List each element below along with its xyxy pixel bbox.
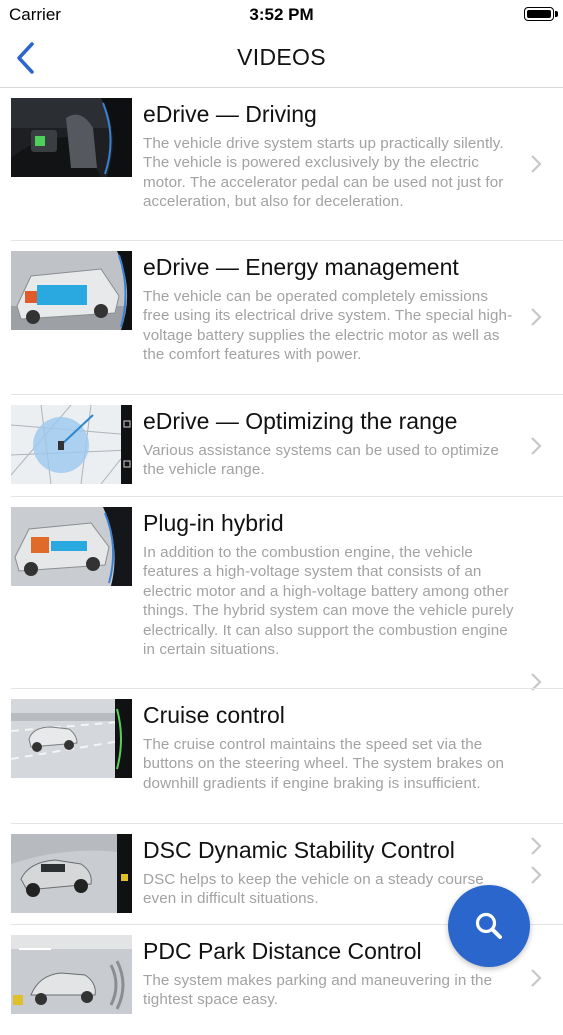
video-thumbnail (11, 699, 132, 778)
status-bar: Carrier 3:52 PM (0, 0, 563, 30)
video-row-edrive-energy-management[interactable]: eDrive — Energy management The vehicle c… (0, 241, 563, 395)
video-row-cruise-control[interactable]: Cruise control The cruise control mainta… (0, 689, 563, 855)
chevron-right-icon (531, 308, 542, 326)
video-thumbnail (11, 405, 132, 484)
chevron-right-icon (531, 155, 542, 173)
search-icon (475, 912, 502, 939)
video-title: Cruise control (143, 702, 285, 728)
video-description: Various assistance systems can be used t… (143, 442, 499, 479)
video-title: Plug-in hybrid (143, 510, 284, 536)
video-description: The system makes parking and maneuvering… (143, 972, 493, 1009)
video-thumbnail (11, 251, 132, 330)
video-row-plug-in-hybrid[interactable]: Plug-in hybrid In addition to the combus… (0, 497, 563, 691)
video-title: eDrive — Energy management (143, 254, 459, 280)
video-row-edrive-optimizing-range[interactable]: eDrive — Optimizing the range Various as… (0, 395, 563, 497)
search-button[interactable] (448, 885, 530, 967)
video-thumbnail (11, 98, 132, 177)
battery-icon (524, 7, 558, 21)
video-description: The vehicle drive system starts up pract… (143, 135, 504, 211)
status-time: 3:52 PM (249, 5, 314, 24)
chevron-right-icon (531, 969, 542, 987)
chevron-right-icon (531, 437, 542, 455)
navigation-bar: VIDEOS (0, 30, 563, 88)
video-thumbnail (11, 834, 132, 913)
video-description: The vehicle can be operated completely e… (143, 288, 513, 364)
chevron-right-icon (531, 866, 542, 884)
video-description: In addition to the combustion engine, th… (143, 544, 514, 659)
video-thumbnail (11, 935, 132, 1014)
video-description: The cruise control maintains the speed s… (143, 736, 505, 792)
page-title: VIDEOS (237, 44, 326, 70)
video-title: DSC Dynamic Stability Control (143, 837, 455, 863)
video-title: eDrive — Optimizing the range (143, 408, 458, 434)
video-title: eDrive — Driving (143, 101, 317, 127)
video-thumbnail (11, 507, 132, 586)
video-row-edrive-driving[interactable]: eDrive — Driving The vehicle drive syste… (0, 88, 563, 241)
